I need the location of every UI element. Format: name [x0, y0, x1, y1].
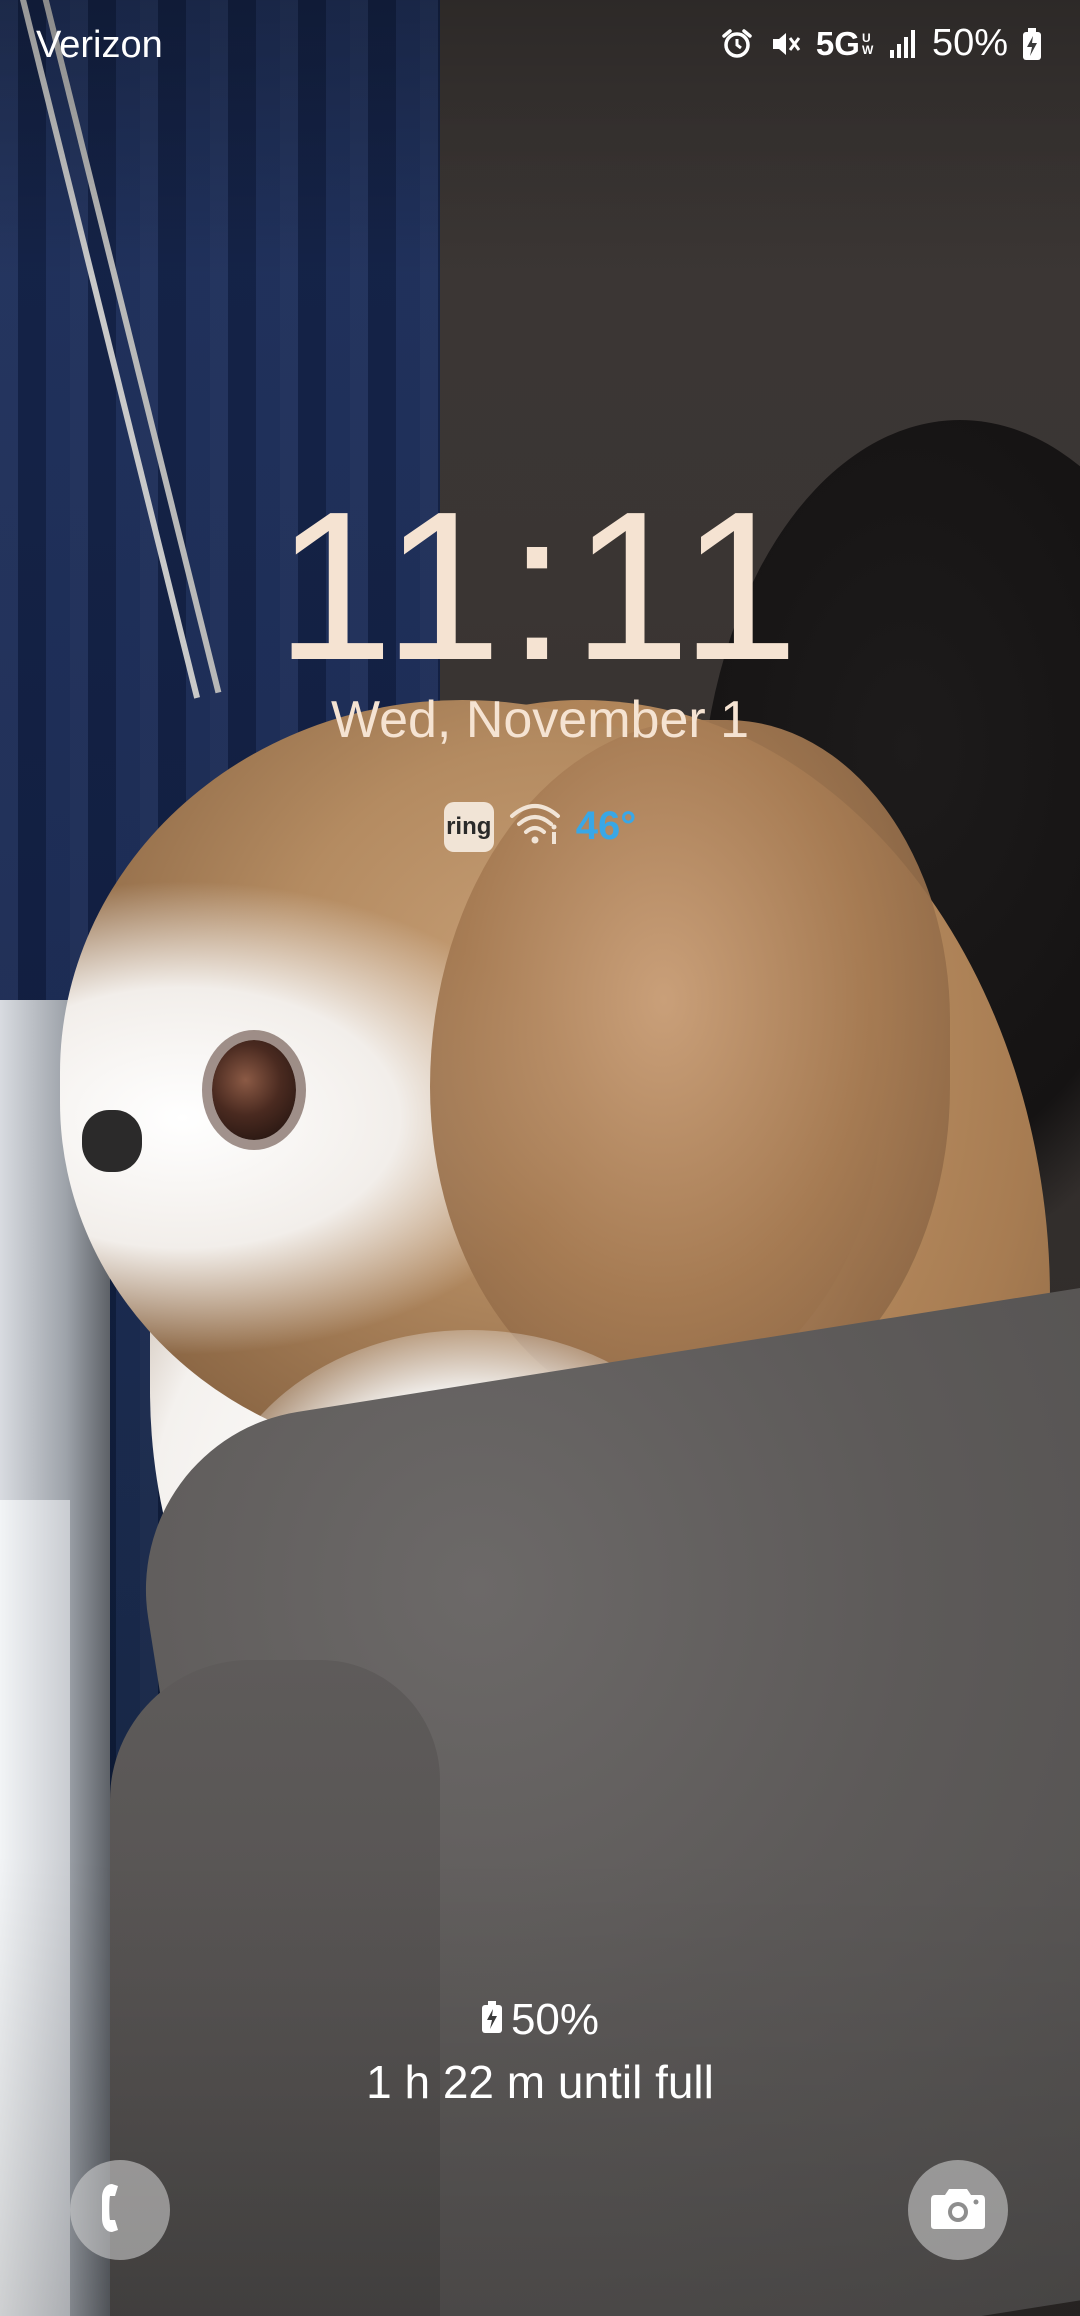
phone-icon	[98, 2180, 142, 2241]
lock-clock: 11:11	[275, 467, 805, 704]
weather-temperature[interactable]: 46°	[576, 804, 637, 849]
camera-shortcut-button[interactable]	[908, 2160, 1008, 2260]
signal-icon	[888, 28, 918, 60]
alarm-icon	[720, 27, 754, 61]
mute-icon	[768, 27, 802, 61]
network-type: 5G UW	[816, 25, 874, 63]
lock-date: Wed, November 1	[330, 691, 750, 749]
camera-icon	[929, 2185, 987, 2236]
charge-time-remaining: 1 h 22 m until full	[366, 2056, 714, 2108]
charge-percent: 50%	[510, 1995, 600, 2044]
ring-app-icon[interactable]: ring	[443, 801, 494, 852]
phone-shortcut-button[interactable]	[70, 2160, 170, 2260]
status-bar[interactable]: Verizon 5G UW 50%	[0, 0, 1080, 96]
battery-charging-icon	[481, 1995, 503, 2045]
carrier-name: Verizon	[36, 24, 163, 66]
charge-percent-row: 50%	[0, 1995, 1080, 2045]
network-sublabel: UW	[861, 30, 874, 57]
wallpaper-image	[0, 0, 1080, 2316]
lock-widgets[interactable]: ring 46°	[0, 800, 1080, 853]
battery-percent: 50%	[931, 22, 1008, 64]
wallpaper-vignette	[0, 0, 1080, 2316]
charging-info: 50% 1 h 22 m until full	[0, 1995, 1080, 2109]
network-label: 5G	[815, 24, 860, 62]
status-icons: 5G UW 50%	[720, 22, 1042, 65]
battery-charging-icon	[1022, 27, 1042, 61]
wifi-icon	[508, 800, 562, 853]
